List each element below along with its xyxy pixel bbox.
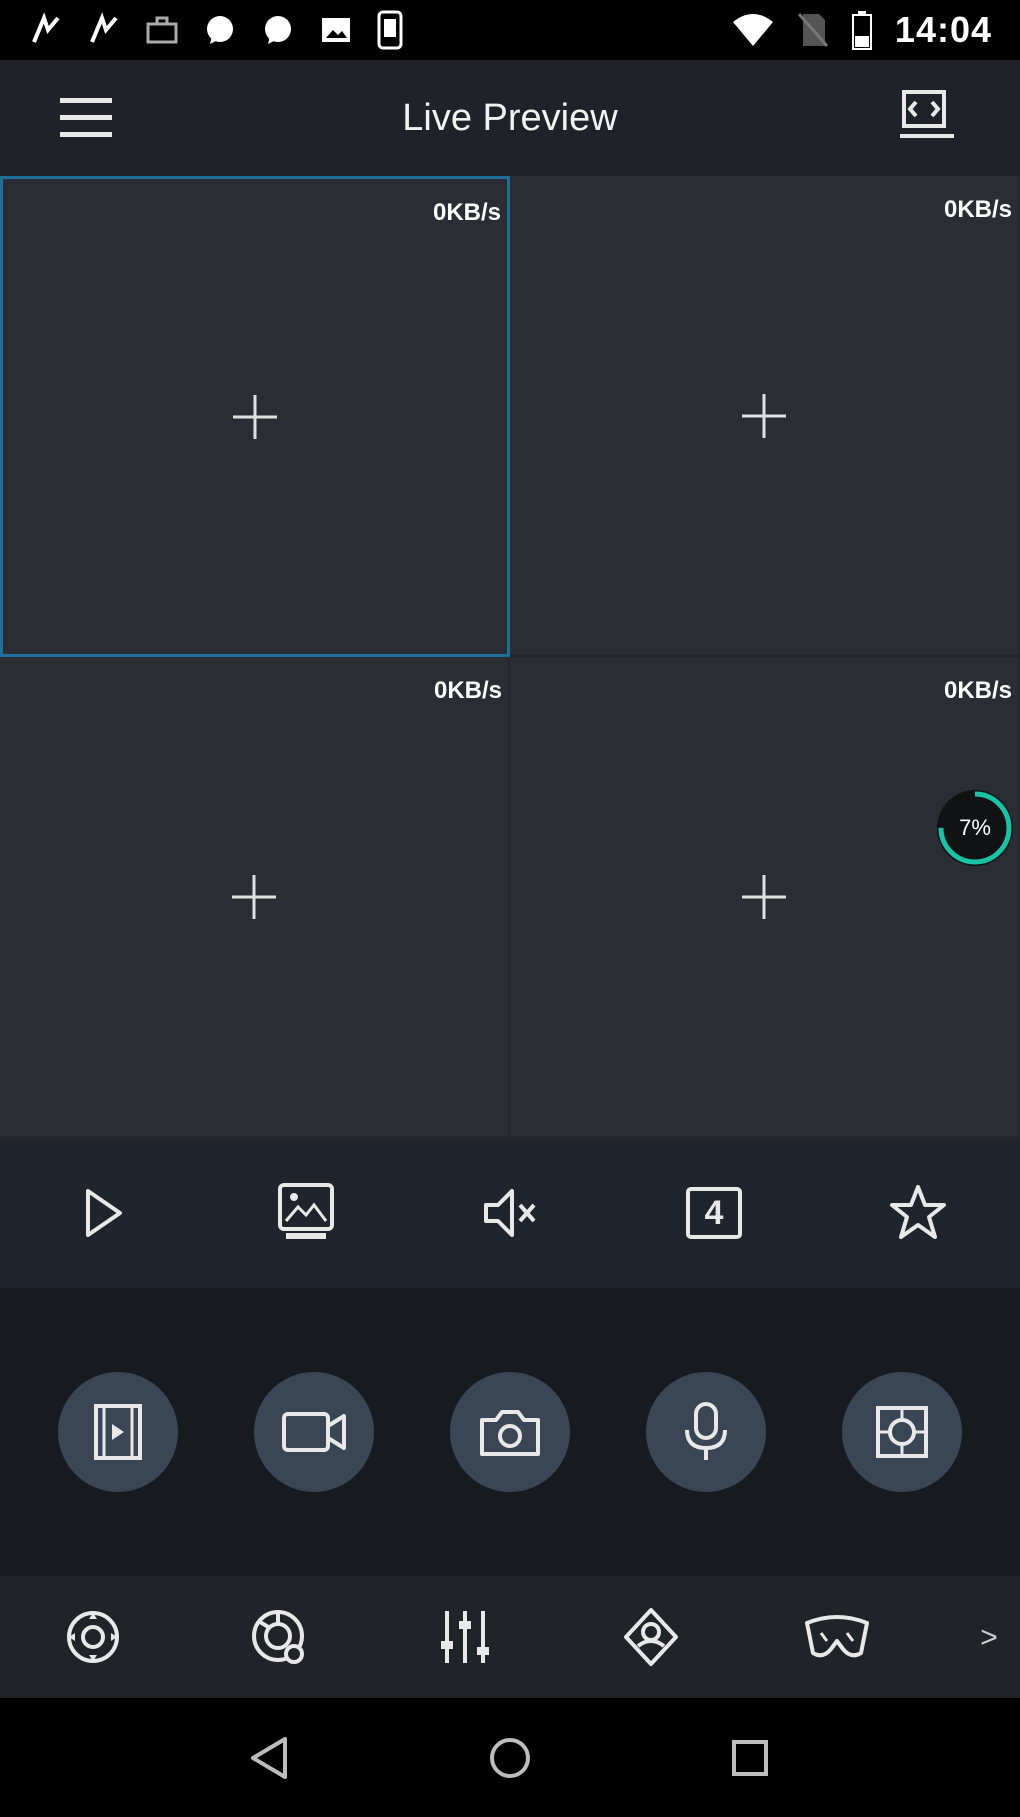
add-channel-icon[interactable] xyxy=(740,392,788,440)
mute-icon[interactable] xyxy=(478,1181,542,1245)
ptz-icon xyxy=(67,1611,119,1663)
no-sim-icon xyxy=(797,13,829,47)
play-icon[interactable] xyxy=(70,1181,134,1245)
briefcase-icon xyxy=(146,16,178,44)
equalizer-icon xyxy=(441,1611,489,1663)
bitrate-label: 0KB/s xyxy=(432,199,501,226)
snapshot-icon xyxy=(480,1410,540,1456)
alarm-button[interactable] xyxy=(558,1606,744,1668)
loading-progress-label: 7% xyxy=(959,815,991,840)
chat-icon xyxy=(207,16,233,44)
status-right: 14:04 xyxy=(731,9,992,51)
notification-icon xyxy=(90,12,118,43)
split-count-label: 4 xyxy=(704,1193,724,1232)
chevron-right-icon: > xyxy=(980,1621,998,1654)
layout-switch-button[interactable] xyxy=(898,88,960,146)
status-bar: 14:04 xyxy=(0,0,1020,60)
fisheye-icon xyxy=(876,1406,928,1458)
bitrate-label: 0KB/s xyxy=(433,677,502,704)
equalizer-button[interactable] xyxy=(372,1607,558,1667)
record-button[interactable] xyxy=(254,1372,374,1492)
image-icon xyxy=(322,18,350,42)
image-quality-icon[interactable] xyxy=(274,1181,338,1245)
playback-icon xyxy=(94,1404,142,1460)
snapshot-button[interactable] xyxy=(450,1372,570,1492)
video-cell-3[interactable]: 0KB/s xyxy=(0,657,510,1138)
fisheye-button[interactable] xyxy=(842,1372,962,1492)
talk-button[interactable] xyxy=(646,1372,766,1492)
page-title: Live Preview xyxy=(402,96,618,139)
add-channel-icon[interactable] xyxy=(231,393,279,441)
menu-button[interactable] xyxy=(58,92,114,144)
video-cell-1[interactable]: 0KB/s xyxy=(0,176,510,657)
preview-toolbar: 4 xyxy=(0,1138,1020,1288)
bitrate-label: 0KB/s xyxy=(943,196,1012,223)
battery-icon xyxy=(851,11,872,50)
alarm-icon xyxy=(624,1608,678,1666)
status-time: 14:04 xyxy=(894,9,992,50)
video-grid: 0KB/s 0KB/s 0KB/s 0KB/s 7% xyxy=(0,176,1020,1138)
favorite-star-icon[interactable] xyxy=(886,1181,950,1245)
action-panel xyxy=(0,1288,1020,1576)
video-cell-2[interactable]: 0KB/s xyxy=(510,176,1020,657)
recent-apps-icon[interactable] xyxy=(725,1733,775,1783)
phone-icon xyxy=(377,10,403,50)
ptz-button[interactable] xyxy=(0,1607,186,1667)
home-icon[interactable] xyxy=(485,1733,535,1783)
notification-icon xyxy=(32,12,60,43)
app-bar: Live Preview xyxy=(0,60,1020,176)
split-4-button[interactable]: 4 xyxy=(682,1181,746,1245)
hamburger-menu-icon xyxy=(60,98,112,137)
back-icon[interactable] xyxy=(245,1733,295,1783)
playback-button[interactable] xyxy=(58,1372,178,1492)
color-adjust-button[interactable] xyxy=(186,1606,372,1668)
record-icon xyxy=(282,1412,346,1452)
add-channel-icon[interactable] xyxy=(740,873,788,921)
vr-icon xyxy=(805,1615,869,1658)
add-channel-icon[interactable] xyxy=(230,873,278,921)
wifi-icon xyxy=(732,14,773,46)
talk-mic-icon xyxy=(685,1402,727,1460)
status-left xyxy=(28,10,404,50)
system-nav-bar xyxy=(0,1698,1020,1817)
layout-switch-icon xyxy=(900,90,954,138)
color-adjust-icon xyxy=(252,1610,304,1664)
more-controls-button[interactable]: > xyxy=(974,1618,1004,1658)
vr-button[interactable] xyxy=(744,1609,930,1665)
chat-icon xyxy=(265,16,291,44)
video-cell-4[interactable]: 0KB/s 7% xyxy=(510,657,1020,1138)
bitrate-label: 0KB/s xyxy=(943,677,1012,704)
control-toolbar: > xyxy=(0,1576,1020,1698)
